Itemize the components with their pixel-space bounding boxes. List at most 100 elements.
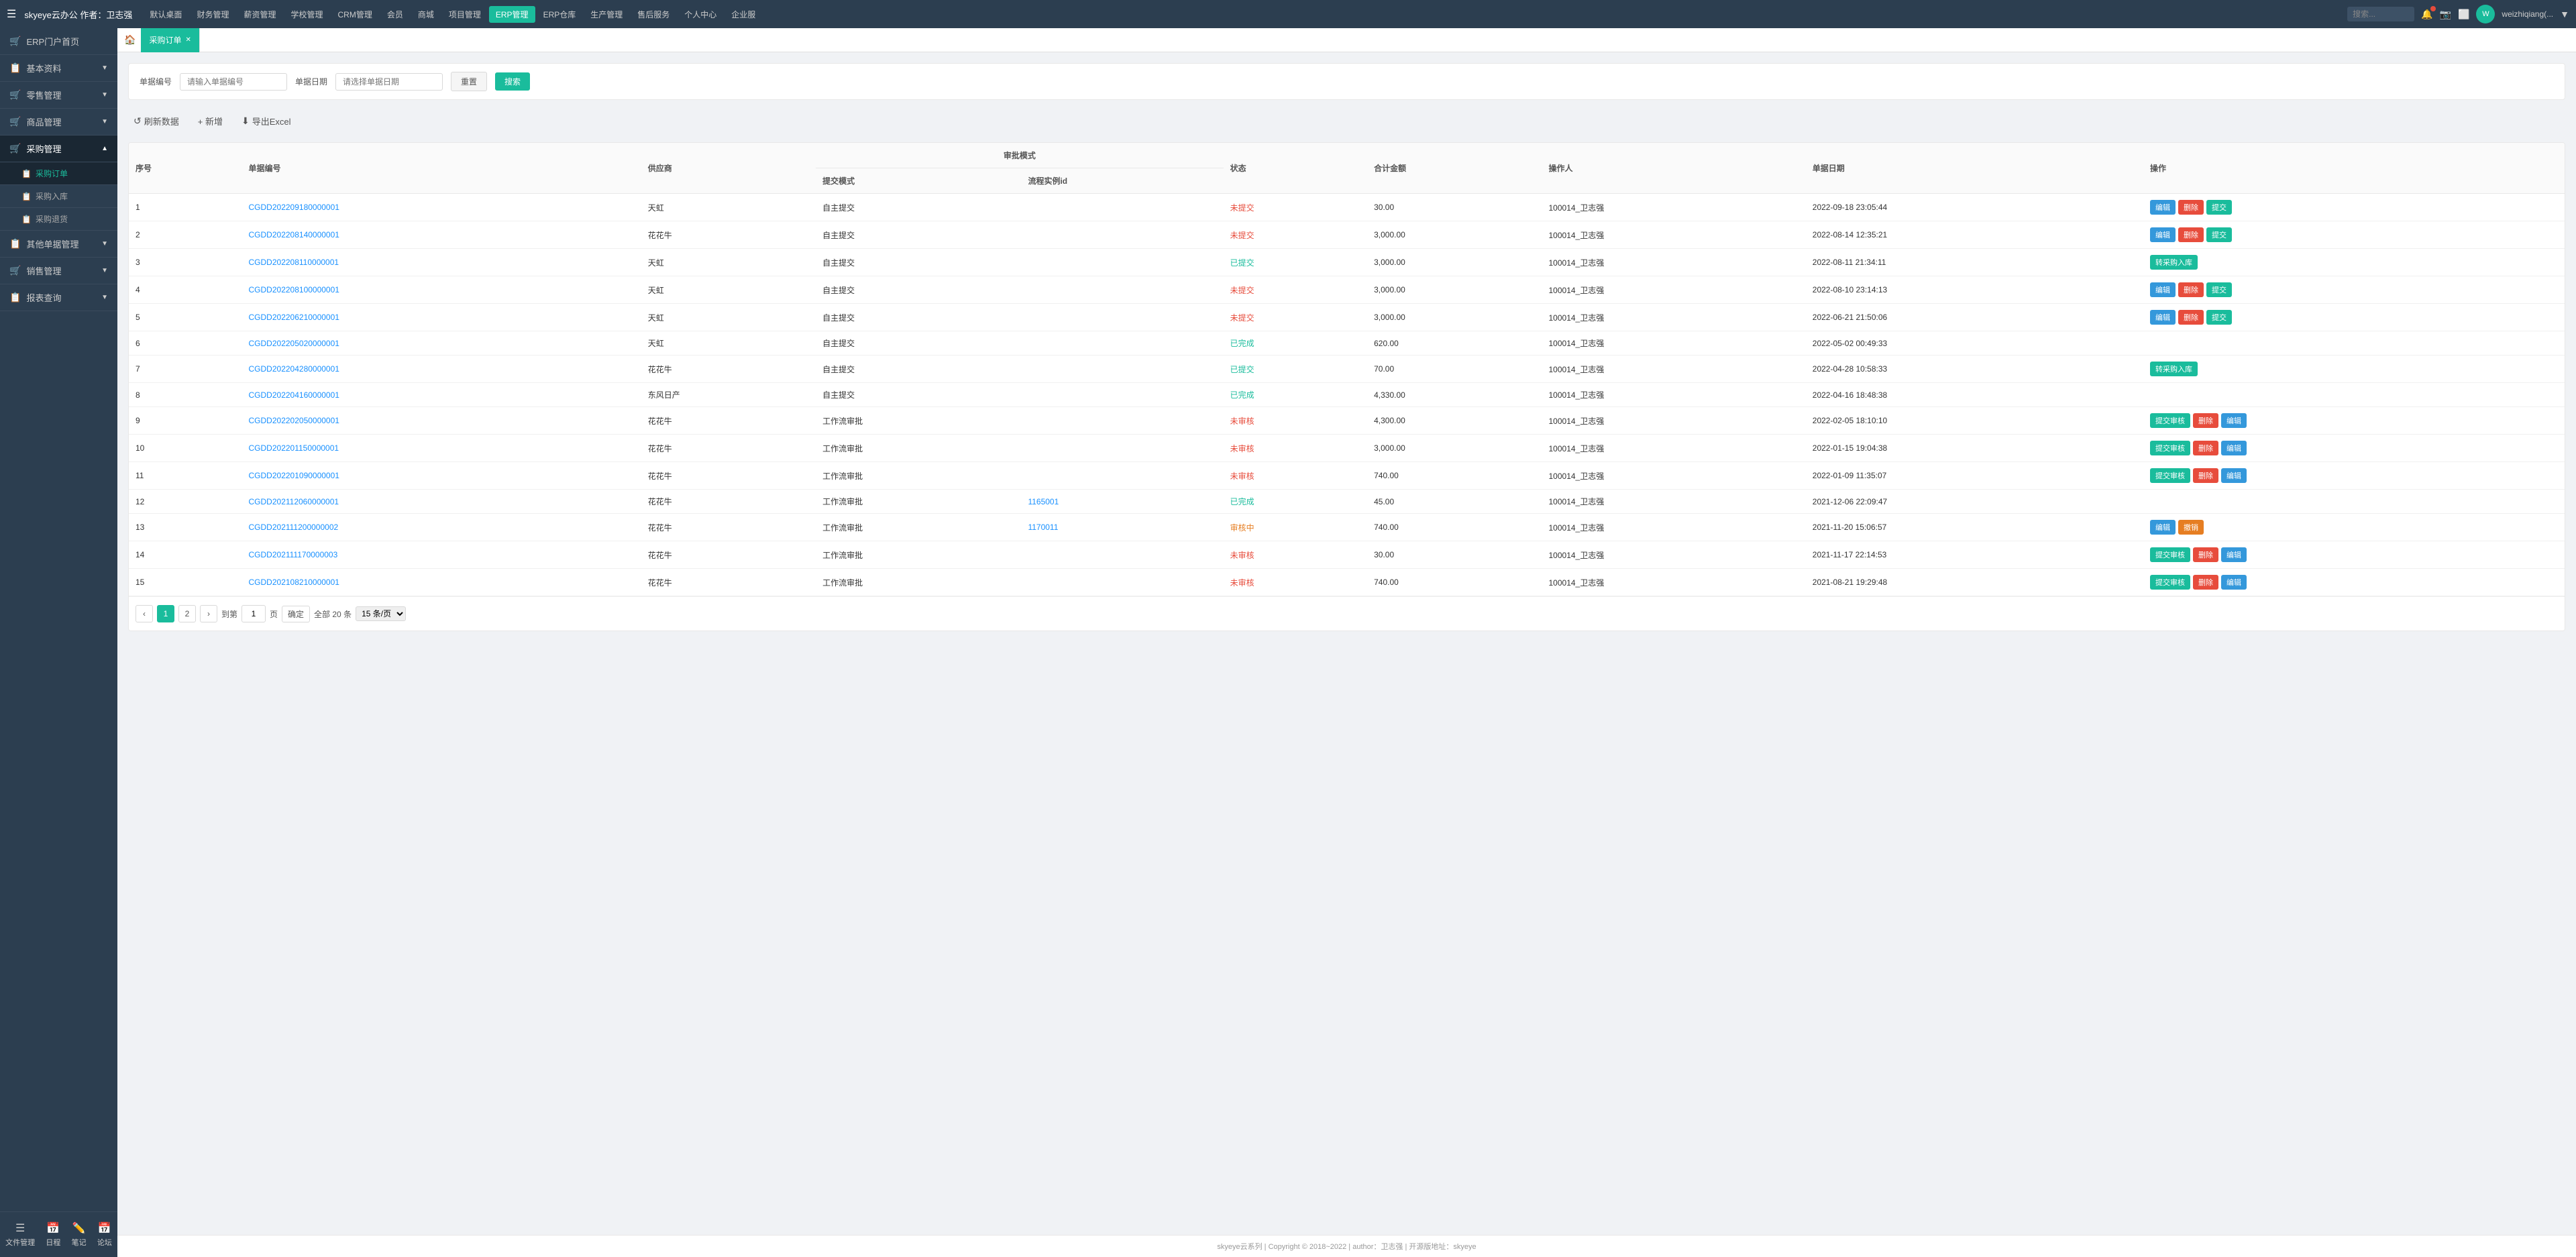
order-no-link[interactable]: CGDD202111170000003	[249, 550, 338, 559]
refresh-button[interactable]: ↺ 刷新数据	[128, 112, 184, 130]
prev-page-button[interactable]: ‹	[136, 605, 153, 622]
action-btn-编辑[interactable]: 编辑	[2150, 227, 2176, 242]
order-no-link[interactable]: CGDD202204160000001	[249, 390, 339, 400]
nav-生产管理[interactable]: 生产管理	[584, 6, 629, 23]
nav-crm管理[interactable]: CRM管理	[331, 6, 378, 23]
nav-学校管理[interactable]: 学校管理	[284, 6, 329, 23]
action-btn-删除[interactable]: 删除	[2178, 310, 2204, 325]
action-btn-编辑[interactable]: 编辑	[2150, 520, 2176, 535]
page-jump-input[interactable]	[241, 605, 266, 622]
action-btn-编辑[interactable]: 编辑	[2221, 413, 2247, 428]
username-label[interactable]: weizhiqiang(...	[2502, 9, 2553, 19]
order-no-link[interactable]: CGDD202202050000001	[249, 416, 339, 425]
order-no-link[interactable]: CGDD202209180000001	[249, 203, 339, 212]
nav-erp管理[interactable]: ERP管理	[489, 6, 535, 23]
flow-instance-link[interactable]: 1165001	[1028, 497, 1059, 506]
action-btn-提交[interactable]: 提交	[2206, 282, 2232, 297]
menu-icon[interactable]: ☰	[7, 7, 16, 21]
sidebar-bottom-forum[interactable]: 📅 论坛	[92, 1219, 117, 1250]
export-button[interactable]: ⬇ 导出Excel	[236, 112, 297, 130]
action-btn-转采购入库[interactable]: 转采购入库	[2150, 362, 2198, 376]
notification-icon[interactable]: 🔔	[2421, 9, 2432, 20]
search-button[interactable]: 搜索	[495, 72, 530, 91]
action-btn-编辑[interactable]: 编辑	[2221, 441, 2247, 455]
sidebar-item-retail-mgmt[interactable]: 🛒 零售管理 ▼	[0, 82, 117, 109]
sidebar-bottom-file-mgmt[interactable]: ☰ 文件管理	[0, 1219, 40, 1250]
sidebar-bottom-notes[interactable]: ✏️ 笔记	[66, 1219, 92, 1250]
action-btn-删除[interactable]: 删除	[2178, 200, 2204, 215]
sidebar-sub-item-purchase-order[interactable]: 📋 采购订单	[0, 162, 117, 185]
action-btn-删除[interactable]: 删除	[2178, 282, 2204, 297]
home-icon[interactable]: 🏠	[124, 34, 136, 46]
nav-财务管理[interactable]: 财务管理	[190, 6, 235, 23]
tab-purchase-order[interactable]: 采购订单 ✕	[141, 28, 199, 52]
action-btn-提交审核[interactable]: 提交审核	[2150, 575, 2190, 590]
nav-售后服务[interactable]: 售后服务	[631, 6, 676, 23]
sidebar-sub-item-purchase-return[interactable]: 📋 采购退货	[0, 208, 117, 231]
reset-button[interactable]: 重置	[451, 72, 487, 91]
nav-薪资管理[interactable]: 薪资管理	[237, 6, 282, 23]
order-no-link[interactable]: CGDD202208110000001	[249, 258, 339, 267]
nav-商城[interactable]: 商城	[411, 6, 441, 23]
nav-erp仓库[interactable]: ERP仓库	[537, 6, 583, 23]
expand-icon[interactable]: ▼	[2560, 9, 2569, 19]
next-page-button[interactable]: ›	[200, 605, 217, 622]
page-1-button[interactable]: 1	[157, 605, 174, 622]
sidebar-item-report-query[interactable]: 📋 报表查询 ▼	[0, 284, 117, 311]
nav-会员[interactable]: 会员	[380, 6, 410, 23]
screenshot-icon[interactable]: 📷	[2440, 9, 2451, 20]
order-no-link[interactable]: CGDD202204280000001	[249, 364, 339, 374]
action-btn-删除[interactable]: 删除	[2193, 413, 2218, 428]
action-btn-删除[interactable]: 删除	[2193, 468, 2218, 483]
flow-instance-link[interactable]: 1170011	[1028, 523, 1058, 532]
sidebar-item-product-mgmt[interactable]: 🛒 商品管理 ▼	[0, 109, 117, 135]
fullscreen-icon[interactable]: ⬜	[2458, 9, 2469, 20]
action-btn-删除[interactable]: 删除	[2193, 575, 2218, 590]
order-no-link[interactable]: CGDD202108210000001	[249, 578, 339, 587]
sidebar-item-purchase-mgmt[interactable]: 🛒 采购管理 ▲	[0, 135, 117, 162]
action-btn-提交审核[interactable]: 提交审核	[2150, 468, 2190, 483]
order-no-link[interactable]: CGDD202205020000001	[249, 339, 339, 348]
nav-项目管理[interactable]: 项目管理	[442, 6, 488, 23]
sidebar-item-erp-home[interactable]: 🛒 ERP门户首页	[0, 28, 117, 55]
action-btn-编辑[interactable]: 编辑	[2150, 310, 2176, 325]
sidebar-item-basic-data[interactable]: 📋 基本资料 ▼	[0, 55, 117, 82]
order-no-link[interactable]: CGDD202111200000002	[249, 523, 339, 532]
order-no-link[interactable]: CGDD202201090000001	[249, 471, 339, 480]
tab-close-icon[interactable]: ✕	[185, 36, 191, 44]
action-btn-删除[interactable]: 删除	[2178, 227, 2204, 242]
order-no-link[interactable]: CGDD202208140000001	[249, 230, 339, 239]
sidebar-item-sales-mgmt[interactable]: 🛒 销售管理 ▼	[0, 258, 117, 284]
order-no-link[interactable]: CGDD202206210000001	[249, 313, 339, 322]
per-page-select[interactable]: 15 条/页 30 条/页 50 条/页	[356, 606, 406, 621]
action-btn-编辑[interactable]: 编辑	[2150, 200, 2176, 215]
page-2-button[interactable]: 2	[178, 605, 196, 622]
order-no-input[interactable]	[180, 73, 287, 91]
action-btn-转采购入库[interactable]: 转采购入库	[2150, 255, 2198, 270]
action-btn-编辑[interactable]: 编辑	[2150, 282, 2176, 297]
action-btn-删除[interactable]: 删除	[2193, 547, 2218, 562]
action-btn-删除[interactable]: 删除	[2193, 441, 2218, 455]
nav-企业服[interactable]: 企业服	[724, 6, 762, 23]
nav-默认桌面[interactable]: 默认桌面	[143, 6, 189, 23]
action-btn-提交[interactable]: 提交	[2206, 310, 2232, 325]
nav-个人中心[interactable]: 个人中心	[678, 6, 723, 23]
action-btn-提交审核[interactable]: 提交审核	[2150, 413, 2190, 428]
action-btn-编辑[interactable]: 编辑	[2221, 468, 2247, 483]
action-btn-提交审核[interactable]: 提交审核	[2150, 547, 2190, 562]
order-no-link[interactable]: CGDD202208100000001	[249, 285, 339, 294]
page-confirm-button[interactable]: 确定	[282, 606, 310, 622]
action-btn-提交[interactable]: 提交	[2206, 200, 2232, 215]
global-search-input[interactable]	[2347, 7, 2414, 21]
action-btn-提交审核[interactable]: 提交审核	[2150, 441, 2190, 455]
add-button[interactable]: + 新增	[193, 112, 228, 130]
sidebar-bottom-calendar[interactable]: 📅 日程	[40, 1219, 66, 1250]
action-btn-编辑[interactable]: 编辑	[2221, 547, 2247, 562]
date-input[interactable]	[335, 73, 443, 91]
order-no-link[interactable]: CGDD202201150000001	[249, 443, 339, 453]
order-no-link[interactable]: CGDD202112060000001	[249, 497, 339, 506]
sidebar-sub-item-purchase-warehouse[interactable]: 📋 采购入库	[0, 185, 117, 208]
action-btn-编辑[interactable]: 编辑	[2221, 575, 2247, 590]
action-btn-提交[interactable]: 提交	[2206, 227, 2232, 242]
sidebar-item-other-mgmt[interactable]: 📋 其他单据管理 ▼	[0, 231, 117, 258]
